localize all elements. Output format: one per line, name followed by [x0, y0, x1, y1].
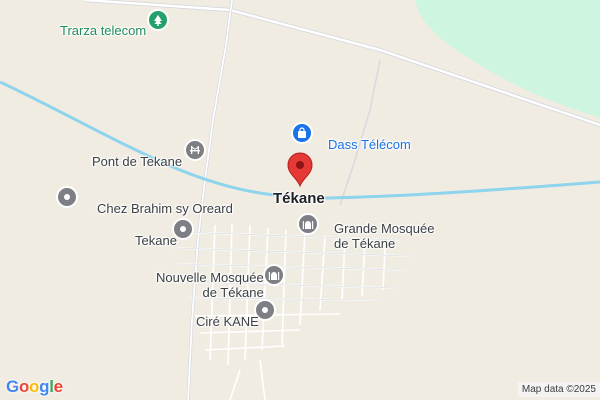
place-label-line: Dass Télécom: [328, 137, 411, 152]
place-label-line: Trarza telecom: [60, 23, 147, 38]
shopping-bag-icon[interactable]: [291, 122, 313, 144]
bridge-icon[interactable]: [184, 139, 206, 161]
place-label-line-2: de Tékane: [202, 285, 264, 300]
place-label-dass-telecom[interactable]: Dass Télécom: [328, 137, 411, 152]
google-logo-letter: e: [53, 377, 63, 396]
tree-icon[interactable]: [147, 9, 169, 31]
place-label-nouvelle-mosquee[interactable]: Nouvelle Mosquée de Tékane: [156, 270, 264, 300]
place-label-line-2: de Tékane: [334, 236, 396, 251]
place-label-trarza-telecom[interactable]: Trarza telecom: [60, 23, 146, 38]
mosque-icon[interactable]: [297, 213, 319, 235]
google-logo-letter: g: [39, 377, 50, 396]
place-label-pont-de-tekane[interactable]: Pont de Tekane: [92, 154, 182, 169]
google-logo: Google: [6, 377, 63, 397]
place-label-cire-kane[interactable]: Ciré KANE: [196, 314, 259, 329]
place-label-grande-mosquee[interactable]: Grande Mosquée de Tékane: [334, 221, 434, 251]
google-logo-letter: o: [29, 377, 40, 396]
town-label[interactable]: Tékane: [273, 191, 325, 206]
place-label-line: Ciré KANE: [196, 314, 259, 329]
place-label-line: Chez Brahim sy Oreard: [97, 201, 233, 216]
place-label-line: Pont de Tekane: [92, 154, 183, 169]
place-label-line: Nouvelle Mosquée: [156, 270, 264, 285]
place-label-chez-brahim[interactable]: Chez Brahim sy Oreard: [97, 201, 233, 216]
map-attribution[interactable]: Map data ©2025: [517, 382, 600, 397]
place-icon[interactable]: [56, 186, 78, 208]
place-label-tekane-place[interactable]: Tekane: [135, 233, 177, 248]
mosque-icon[interactable]: [263, 264, 285, 286]
place-label-line: Tekane: [135, 233, 177, 248]
google-logo-letter: G: [6, 377, 19, 396]
place-label-line: Grande Mosquée: [334, 221, 435, 236]
google-logo-letter: o: [18, 377, 30, 396]
